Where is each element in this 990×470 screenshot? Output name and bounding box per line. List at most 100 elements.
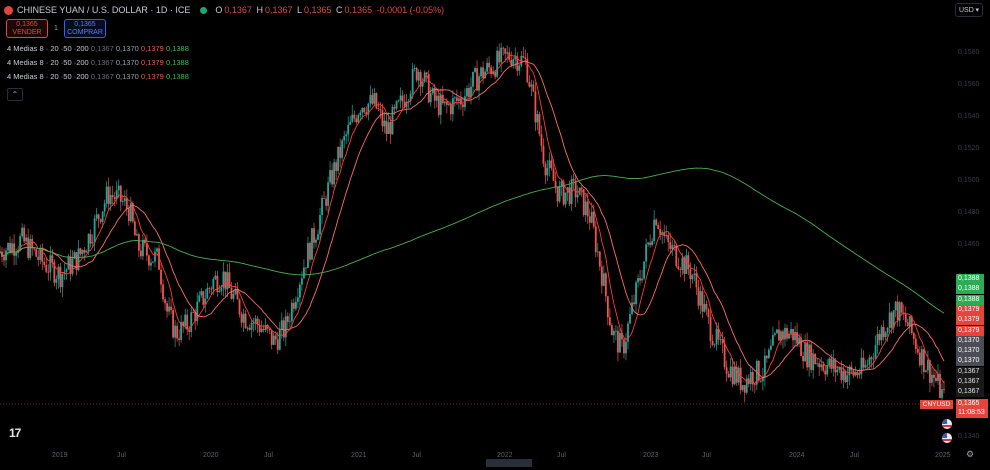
candle-body (218, 290, 221, 293)
candle-body (35, 249, 38, 257)
candle-body (65, 269, 68, 272)
time-axis-tick: 2022 (497, 452, 513, 459)
sell-button[interactable]: 0,1365 VENDER (6, 19, 48, 38)
candle-body (375, 93, 378, 109)
us-flag-icon[interactable] (942, 433, 952, 443)
price-line-label: 0,1379 (956, 315, 984, 326)
candle-body (689, 269, 692, 280)
price-line-label: 0,1388 (956, 294, 984, 305)
candle-body (228, 272, 231, 288)
candle-body (395, 101, 398, 109)
candle-body (586, 201, 589, 217)
candle-body (43, 261, 46, 265)
candle-body (739, 367, 742, 390)
candle-body (97, 214, 100, 220)
candle-body (802, 355, 805, 362)
candle-body (812, 353, 815, 370)
candle-body (920, 349, 923, 366)
candle-body (786, 327, 788, 339)
tradingview-logo-icon[interactable]: 17 (9, 426, 21, 440)
candle-body (178, 338, 181, 340)
candle-body (548, 160, 551, 168)
indicator-value-200: 0,1388 (165, 44, 189, 53)
candle-body (23, 227, 26, 242)
candle-body (868, 357, 871, 365)
time-axis-tick: 2024 (789, 452, 805, 459)
price-chart[interactable]: 0,1580 0,1560 0,1540 0,1520 0,1500 0,1480 0,14… (0, 0, 990, 470)
candle-body (377, 108, 380, 110)
candle-body (220, 287, 223, 291)
candle-body (866, 364, 869, 366)
candle-body (162, 284, 164, 300)
candle-body (872, 358, 875, 360)
price-line-label: 0,1370 (956, 346, 984, 357)
candle-body (81, 249, 84, 254)
candle-body (103, 203, 106, 212)
candle-body (401, 95, 404, 102)
candle-body (184, 314, 187, 326)
candle-body (133, 221, 136, 236)
currency-select[interactable]: USD ▾ (955, 3, 983, 17)
candle-body (834, 359, 837, 373)
candle-body (826, 365, 829, 375)
gear-icon[interactable]: ⚙ (966, 449, 974, 460)
us-flag-icon[interactable] (942, 419, 952, 429)
candle-body (784, 327, 786, 340)
candle-body (900, 302, 903, 313)
candle-body (546, 167, 549, 176)
candle-body (449, 104, 452, 115)
candle-body (135, 234, 138, 236)
candle-body (429, 93, 432, 103)
candle-body (250, 323, 253, 330)
chevron-up-icon[interactable]: ⌃ (7, 88, 23, 101)
candle-body (924, 370, 927, 373)
symbol-title[interactable]: CHINESE YUAN / U.S. DOLLAR · 1D · ICE (17, 5, 190, 15)
candle-body (347, 124, 350, 135)
indicator-value-8: 0,1367 (90, 72, 114, 81)
candle-body (307, 243, 309, 269)
candle-body (61, 274, 64, 288)
candle-body (810, 344, 813, 370)
candle-body (864, 365, 867, 368)
candle-body (144, 239, 146, 244)
candle-body (299, 284, 301, 298)
candle-body (608, 317, 611, 326)
candle-body (705, 303, 708, 310)
candle-body (796, 332, 798, 344)
candle-body (232, 293, 235, 299)
candle-body (176, 325, 179, 339)
candle-body (846, 375, 849, 382)
time-axis-tick: 2023 (643, 452, 659, 459)
candle-body (765, 355, 768, 359)
candle-body (327, 182, 329, 206)
candle-body (828, 358, 831, 366)
candle-body (500, 47, 503, 63)
candle-body (341, 140, 344, 158)
candle-body (830, 358, 833, 369)
indicator-legend-3[interactable]: 4 Medias 8 · 20 ·50 ·200 0,1367 0,1370 0… (7, 72, 189, 81)
candle-body (671, 245, 674, 250)
candle-body (610, 325, 613, 336)
price-axis-tick: 0,1480 (958, 209, 980, 216)
candle-body (637, 278, 639, 283)
indicator-legend-2[interactable]: 4 Medias 8 · 20 ·50 ·200 0,1367 0,1370 0… (7, 58, 189, 67)
candle-body (832, 359, 835, 369)
candle-body (399, 95, 402, 101)
candle-body (794, 332, 796, 341)
candle-body (437, 95, 440, 115)
candle-body (127, 208, 130, 222)
price-axis-tick: 0,1540 (958, 113, 980, 120)
buy-button[interactable]: 0,1365 COMPRAR (64, 19, 106, 38)
indicator-legend-1[interactable]: 4 Medias 8 · 20 ·50 ·200 0,1367 0,1370 0… (7, 44, 189, 53)
candle-body (550, 160, 553, 169)
candle-body (202, 291, 205, 305)
candle-body (254, 318, 257, 323)
candle-body (657, 225, 660, 229)
candle-body (719, 339, 722, 341)
candle-body (89, 234, 92, 244)
candle-body (305, 267, 307, 269)
indicator-name: 4 Medias 8 · 20 ·50 ·200 (7, 72, 89, 81)
candle-body (679, 269, 682, 270)
candle-body (604, 273, 607, 297)
candle-body (623, 339, 625, 354)
